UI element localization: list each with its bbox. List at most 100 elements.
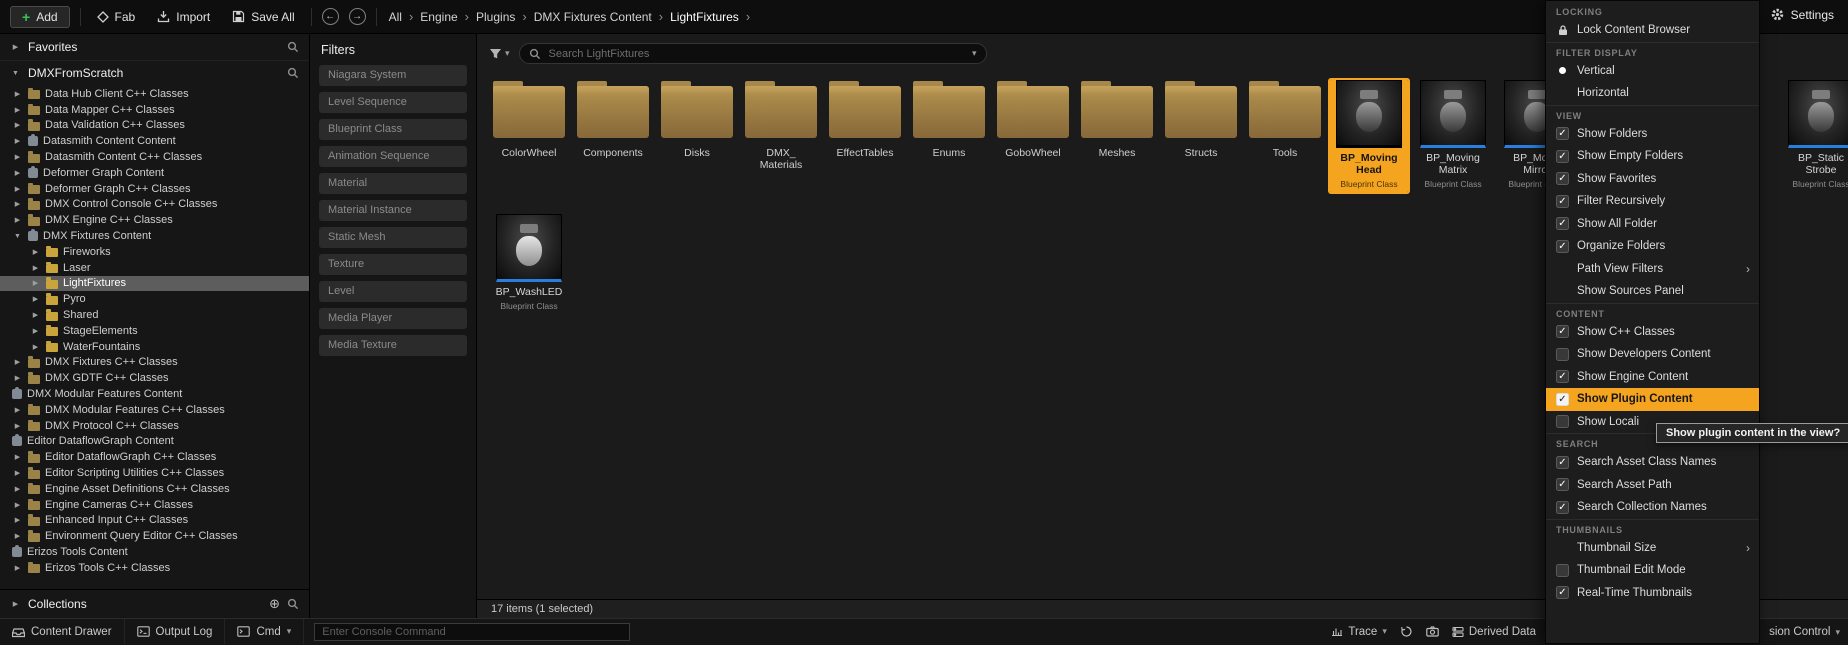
tree-item-datasmith-content-content[interactable]: Datasmith Content Content <box>0 133 309 149</box>
tree-item-environment-query-editor-c-classes[interactable]: Environment Query Editor C++ Classes <box>0 528 309 544</box>
forward-button[interactable]: → <box>349 8 366 25</box>
filter-chip-texture[interactable]: Texture <box>319 254 467 275</box>
expand-arrow-icon[interactable] <box>12 90 23 98</box>
expand-arrow-icon[interactable] <box>10 600 21 608</box>
expand-arrow-icon[interactable] <box>30 343 41 351</box>
saved-search-chevron-icon[interactable]: ▾ <box>972 48 977 59</box>
tree-item-datasmith-content-c-classes[interactable]: Datasmith Content C++ Classes <box>0 149 309 165</box>
filter-chip-niagara-system[interactable]: Niagara System <box>319 65 467 86</box>
tree-item-dmx-modular-features-c-classes[interactable]: DMX Modular Features C++ Classes <box>0 402 309 418</box>
expand-arrow-icon[interactable] <box>12 137 23 145</box>
menu-item-filter-recursively[interactable]: Filter Recursively <box>1546 190 1759 213</box>
menu-item-thumbnail-size[interactable]: Thumbnail Size <box>1546 537 1759 560</box>
menu-item-path-view-filters[interactable]: Path View Filters <box>1546 258 1759 281</box>
tree-item-fireworks[interactable]: Fireworks <box>0 244 309 260</box>
menu-item-real-time-thumbnails[interactable]: Real-Time Thumbnails <box>1546 582 1759 605</box>
menu-item-thumbnail-edit-mode[interactable]: Thumbnail Edit Mode <box>1546 559 1759 582</box>
filter-chip-level[interactable]: Level <box>319 281 467 302</box>
filter-dropdown-button[interactable]: ▾ <box>489 48 510 60</box>
asset-search-box[interactable]: ▾ <box>519 43 987 64</box>
tree-item-enhanced-input-c-classes[interactable]: Enhanced Input C++ Classes <box>0 513 309 529</box>
tree-item-erizos-tools-c-classes[interactable]: Erizos Tools C++ Classes <box>0 560 309 576</box>
expand-arrow-icon[interactable] <box>12 501 23 509</box>
add-button[interactable]: + Add <box>10 6 70 28</box>
camera-icon[interactable] <box>1426 626 1439 637</box>
filter-chip-material[interactable]: Material <box>319 173 467 194</box>
filter-chip-media-texture[interactable]: Media Texture <box>319 335 467 356</box>
folder-tile-disks[interactable]: Disks <box>658 80 736 159</box>
expand-arrow-icon[interactable] <box>12 200 23 208</box>
back-button[interactable]: ← <box>322 8 339 25</box>
filter-chip-media-player[interactable]: Media Player <box>319 308 467 329</box>
expand-arrow-icon[interactable] <box>12 406 23 414</box>
expand-arrow-icon[interactable] <box>12 564 23 572</box>
expand-arrow-icon[interactable] <box>12 422 23 430</box>
folder-tile-dmx-materials[interactable]: DMX_ Materials <box>742 80 820 171</box>
tree-item-stageelements[interactable]: StageElements <box>0 323 309 339</box>
tree-item-dmx-control-console-c-classes[interactable]: DMX Control Console C++ Classes <box>0 197 309 213</box>
derived-data-button[interactable]: Derived Data <box>1452 626 1536 638</box>
menu-item-vertical[interactable]: Vertical <box>1546 60 1759 83</box>
expand-arrow-icon[interactable] <box>30 279 41 287</box>
collections-header[interactable]: Collections ⊕ <box>0 589 309 618</box>
menu-item-show-empty-folders[interactable]: Show Empty Folders <box>1546 145 1759 168</box>
expand-arrow-icon[interactable] <box>12 374 23 382</box>
folder-tile-colorwheel[interactable]: ColorWheel <box>490 80 568 159</box>
expand-arrow-icon[interactable] <box>12 453 23 461</box>
menu-item-show-plugin-content[interactable]: Show Plugin Content <box>1546 388 1759 411</box>
import-button[interactable]: Import <box>151 7 216 27</box>
expand-arrow-icon[interactable] <box>12 185 23 193</box>
asset-tile-bp-moving-head[interactable]: BP_Moving HeadBlueprint Class <box>1330 80 1408 192</box>
tree-item-engine-cameras-c-classes[interactable]: Engine Cameras C++ Classes <box>0 497 309 513</box>
expand-arrow-icon[interactable] <box>30 248 41 256</box>
expand-arrow-icon[interactable] <box>10 43 21 51</box>
expand-arrow-icon[interactable] <box>12 169 23 177</box>
breadcrumb-item-engine[interactable]: Engine <box>420 10 457 24</box>
filter-chip-animation-sequence[interactable]: Animation Sequence <box>319 146 467 167</box>
expand-arrow-icon[interactable] <box>12 532 23 540</box>
tree-item-lightfixtures[interactable]: LightFixtures <box>0 276 309 292</box>
tree-item-dmx-modular-features-content[interactable]: DMX Modular Features Content <box>0 386 309 402</box>
search-icon[interactable] <box>287 67 299 79</box>
tree-item-deformer-graph-content[interactable]: Deformer Graph Content <box>0 165 309 181</box>
menu-item-search-asset-class-names[interactable]: Search Asset Class Names <box>1546 451 1759 474</box>
tree-item-editor-scripting-utilities-c-classes[interactable]: Editor Scripting Utilities C++ Classes <box>0 465 309 481</box>
menu-item-show-developers-content[interactable]: Show Developers Content <box>1546 343 1759 366</box>
breadcrumb-item-plugins[interactable]: Plugins <box>476 10 515 24</box>
search-icon[interactable] <box>287 41 299 53</box>
tree-item-erizos-tools-content[interactable]: Erizos Tools Content <box>0 544 309 560</box>
filter-chip-static-mesh[interactable]: Static Mesh <box>319 227 467 248</box>
search-icon[interactable] <box>287 598 299 610</box>
folder-tile-tools[interactable]: Tools <box>1246 80 1324 159</box>
root-folder-header[interactable]: DMXFromScratch <box>0 61 309 85</box>
tree-item-pyro[interactable]: Pyro <box>0 291 309 307</box>
menu-item-show-folders[interactable]: Show Folders <box>1546 123 1759 146</box>
filter-chip-blueprint-class[interactable]: Blueprint Class <box>319 119 467 140</box>
tree-item-laser[interactable]: Laser <box>0 260 309 276</box>
expand-arrow-icon[interactable] <box>30 327 41 335</box>
trace-button[interactable]: Trace ▾ <box>1331 626 1387 638</box>
expand-arrow-icon[interactable] <box>12 485 23 493</box>
tree-item-dmx-gdtf-c-classes[interactable]: DMX GDTF C++ Classes <box>0 370 309 386</box>
folder-tile-enums[interactable]: Enums <box>910 80 988 159</box>
favorites-header[interactable]: Favorites <box>0 34 309 61</box>
menu-item-show-all-folder[interactable]: Show All Folder <box>1546 213 1759 236</box>
tree-item-editor-dataflowgraph-c-classes[interactable]: Editor DataflowGraph C++ Classes <box>0 449 309 465</box>
asset-tile-bp-washled[interactable]: BP_WashLEDBlueprint Class <box>490 214 568 314</box>
cmd-button[interactable]: Cmd ▾ <box>225 619 304 644</box>
expand-arrow-icon[interactable] <box>12 121 23 129</box>
menu-item-show-engine-content[interactable]: Show Engine Content <box>1546 366 1759 389</box>
save-all-button[interactable]: Save All <box>226 7 300 27</box>
expand-arrow-icon[interactable] <box>30 264 41 272</box>
expand-arrow-icon[interactable] <box>12 358 23 366</box>
settings-button[interactable]: Settings <box>1764 4 1840 25</box>
menu-item-lock-content-browser[interactable]: Lock Content Browser <box>1546 19 1759 42</box>
tree-item-data-mapper-c-classes[interactable]: Data Mapper C++ Classes <box>0 102 309 118</box>
tree-item-editor-dataflowgraph-content[interactable]: Editor DataflowGraph Content <box>0 434 309 450</box>
expand-arrow-icon[interactable] <box>12 216 23 224</box>
filter-chip-level-sequence[interactable]: Level Sequence <box>319 92 467 113</box>
expand-arrow-icon[interactable] <box>12 516 23 524</box>
folder-tile-meshes[interactable]: Meshes <box>1078 80 1156 159</box>
filter-chip-material-instance[interactable]: Material Instance <box>319 200 467 221</box>
expand-arrow-icon[interactable] <box>12 233 23 240</box>
